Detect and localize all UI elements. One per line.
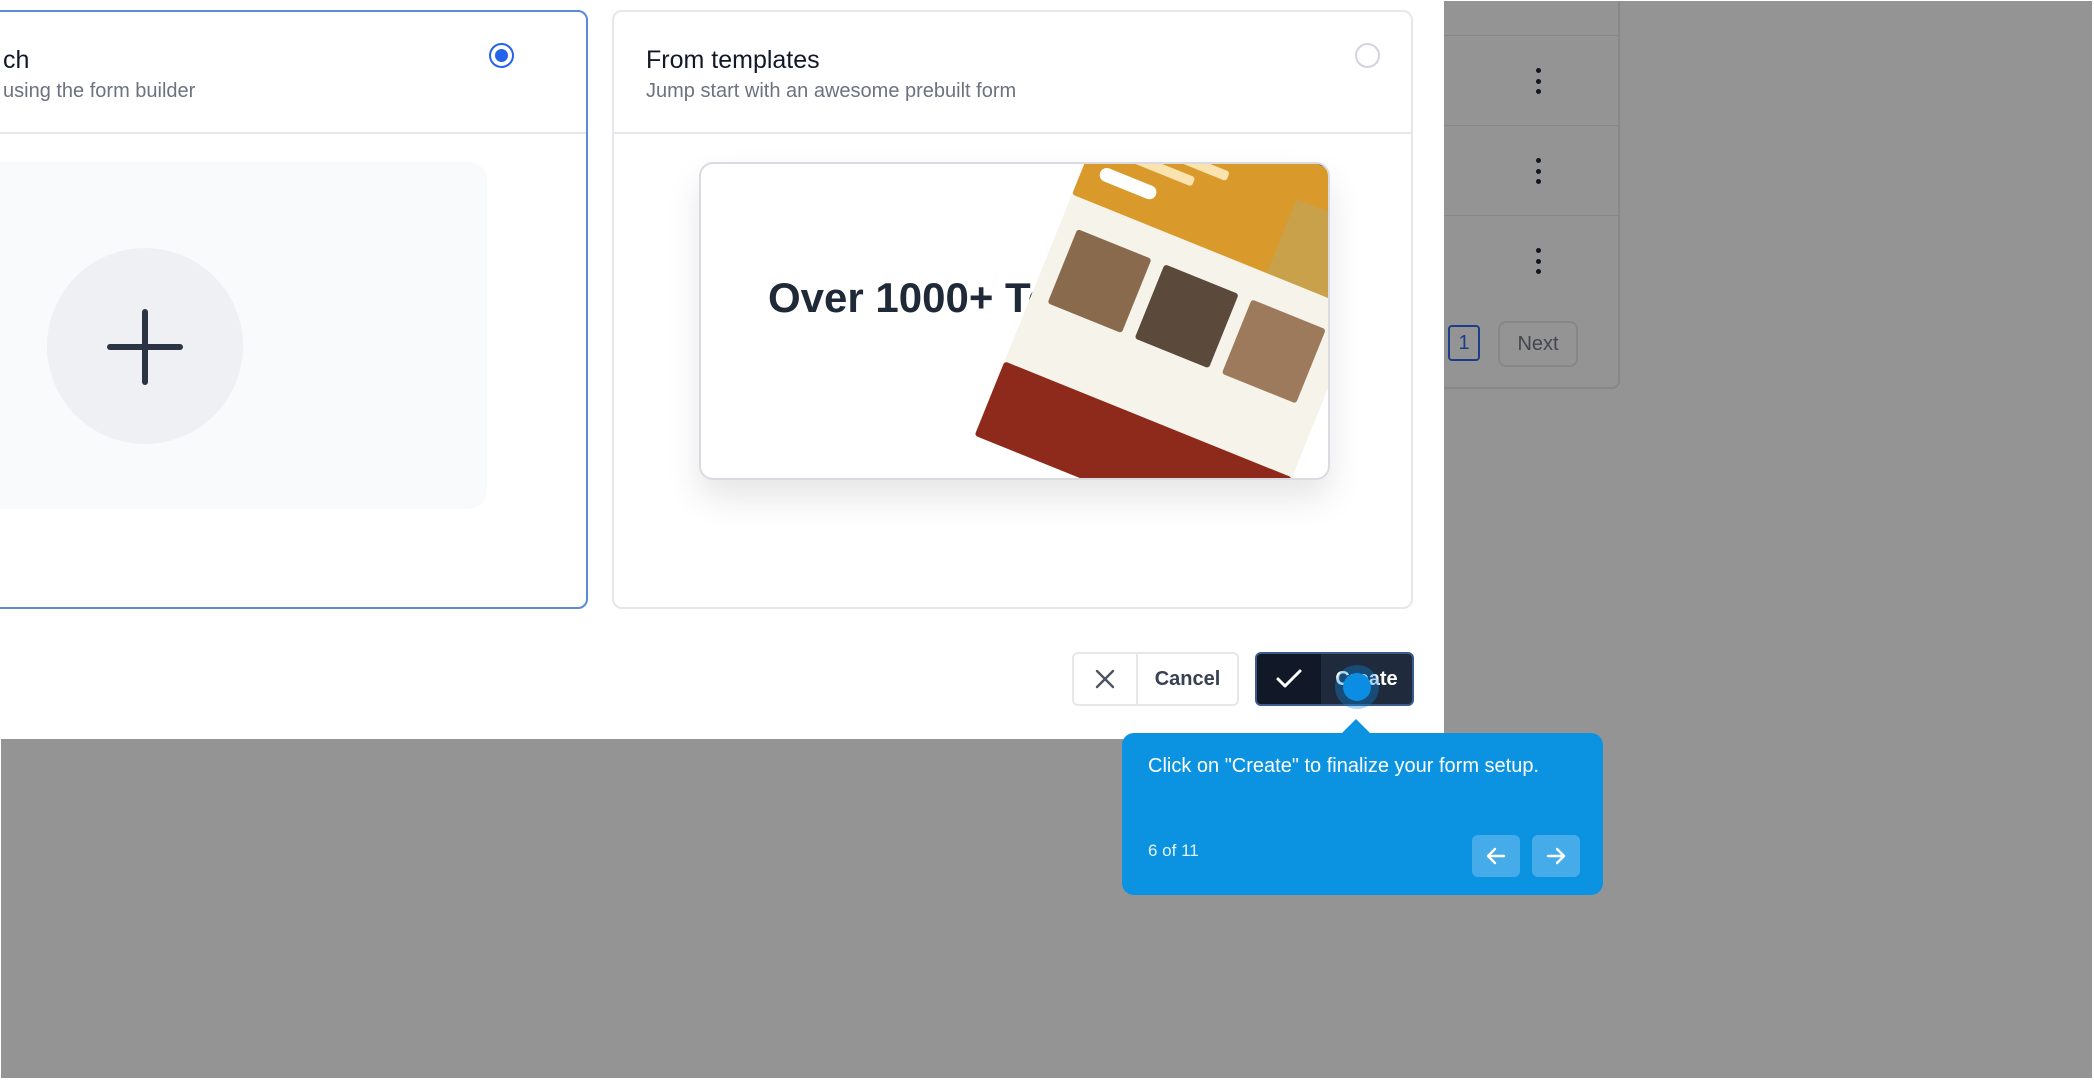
card-header: ch using the form builder (0, 12, 586, 134)
card-title: ch (3, 46, 30, 74)
tour-step-counter: 6 of 11 (1148, 841, 1199, 860)
from-templates-radio[interactable] (1355, 43, 1380, 68)
plus-icon (107, 309, 183, 385)
from-scratch-radio[interactable] (489, 43, 514, 68)
card-subtitle: Jump start with an awesome prebuilt form (646, 80, 1017, 102)
create-form-modal: ch using the form builder From templates… (0, 0, 1444, 739)
add-blank-form-button[interactable] (47, 248, 243, 444)
arrow-right-icon (1546, 847, 1566, 865)
tour-tooltip: Click on "Create" to finalize your form … (1122, 719, 1603, 895)
tour-highlight-beacon (1343, 673, 1371, 701)
templates-preview-image: Over 1000+ Templates (699, 162, 1330, 480)
template-collage-image (974, 164, 1328, 478)
arrow-left-icon (1486, 847, 1506, 865)
cancel-button[interactable]: Cancel (1072, 652, 1239, 706)
tour-next-button[interactable] (1532, 835, 1580, 877)
create-button[interactable]: Create (1255, 652, 1414, 706)
card-title: From templates (646, 46, 820, 74)
from-scratch-card[interactable]: ch using the form builder (0, 10, 588, 609)
from-templates-card[interactable]: From templates Jump start with an awesom… (612, 10, 1413, 609)
tour-previous-button[interactable] (1472, 835, 1520, 877)
tour-tooltip-text: Click on "Create" to finalize your form … (1148, 755, 1540, 777)
check-icon (1257, 654, 1321, 704)
card-subtitle: using the form builder (3, 80, 196, 102)
cancel-button-label: Cancel (1154, 667, 1221, 690)
close-icon (1074, 654, 1138, 704)
card-header: From templates Jump start with an awesom… (614, 12, 1411, 134)
